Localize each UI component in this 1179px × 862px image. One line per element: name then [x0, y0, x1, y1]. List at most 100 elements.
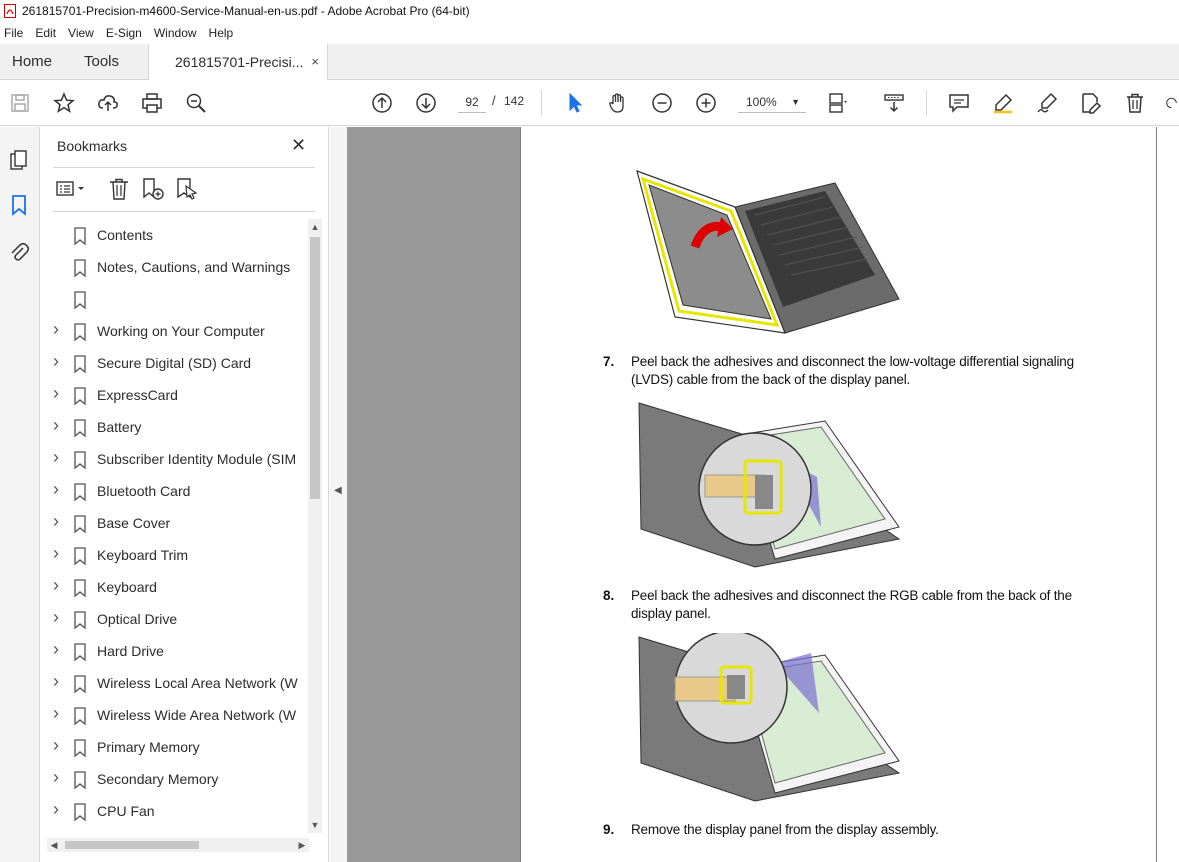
panel-collapse-strip[interactable]: ◀	[330, 127, 347, 862]
scrollbar-thumb[interactable]	[310, 237, 320, 499]
zoom-select[interactable]: 100% ▼	[738, 91, 806, 113]
bookmark-icon	[74, 611, 86, 629]
bookmark-label: Hard Drive	[97, 643, 164, 659]
bookmark-item[interactable]: › CPU Fan	[41, 795, 307, 827]
bookmarks-icon[interactable]	[8, 194, 32, 218]
bookmark-item[interactable]	[41, 283, 307, 315]
bookmark-item[interactable]: › Hard Drive	[41, 635, 307, 667]
zoom-in-icon[interactable]	[694, 91, 718, 115]
menu-esign[interactable]: E-Sign	[106, 26, 142, 40]
bookmark-item[interactable]: Notes, Cautions, and Warnings	[41, 251, 307, 283]
chevron-right-icon[interactable]: ▶	[295, 838, 309, 852]
chevron-right-icon[interactable]: ›	[53, 447, 65, 468]
bookmark-list-scrollbar[interactable]: ▲ ▼	[308, 219, 322, 833]
chevron-right-icon[interactable]: ›	[53, 575, 65, 596]
zoom-out-icon[interactable]	[650, 91, 674, 115]
scroll-mode-icon[interactable]	[882, 91, 906, 115]
highlight-icon[interactable]	[991, 91, 1015, 115]
bookmark-item[interactable]: Contents	[41, 219, 307, 251]
navigation-rail	[0, 127, 40, 862]
chevron-right-icon[interactable]: ›	[53, 351, 65, 372]
next-page-icon[interactable]	[414, 91, 438, 115]
chevron-right-icon[interactable]: ›	[53, 639, 65, 660]
bookmark-item[interactable]: › Wireless Wide Area Network (W	[41, 699, 307, 731]
chevron-right-icon[interactable]: ›	[53, 831, 65, 833]
hand-tool-icon[interactable]	[606, 91, 630, 115]
tab-document[interactable]: 261815701-Precisi... ×	[148, 44, 328, 81]
chevron-right-icon[interactable]: ›	[53, 383, 65, 404]
document-scrollbar[interactable]	[1157, 127, 1179, 862]
edit-pdf-icon[interactable]	[1079, 91, 1103, 115]
chevron-right-icon[interactable]: ›	[53, 415, 65, 436]
search-zoom-icon[interactable]	[184, 91, 208, 115]
menu-file[interactable]: File	[4, 26, 23, 40]
chevron-right-icon[interactable]: ›	[53, 671, 65, 692]
bookmark-item[interactable]: › Wireless Local Area Network (W	[41, 667, 307, 699]
previous-page-icon[interactable]	[370, 91, 394, 115]
comment-icon[interactable]	[947, 91, 971, 115]
chevron-right-icon[interactable]: ›	[53, 799, 65, 820]
scrollbar-thumb[interactable]	[65, 841, 199, 849]
bookmark-item[interactable]: › Primary Memory	[41, 731, 307, 763]
bookmark-item[interactable]: › Working on Your Computer	[41, 315, 307, 347]
tab-home[interactable]: Home	[12, 44, 52, 80]
new-bookmark-icon[interactable]	[141, 177, 167, 203]
collapse-panel-icon[interactable]: ◀	[334, 485, 342, 496]
delete-bookmark-icon[interactable]	[107, 177, 133, 203]
chevron-right-icon[interactable]: ›	[53, 607, 65, 628]
bookmark-label: Secure Digital (SD) Card	[97, 355, 252, 371]
tab-tools[interactable]: Tools	[84, 44, 119, 80]
bookmark-item[interactable]: › Secure Digital (SD) Card	[41, 347, 307, 379]
menu-window[interactable]: Window	[154, 26, 197, 40]
bookmark-item[interactable]: › Base Cover	[41, 507, 307, 539]
chevron-right-icon[interactable]: ›	[53, 703, 65, 724]
step-number: 8.	[603, 588, 615, 603]
menu-view[interactable]: View	[68, 26, 94, 40]
chevron-right-icon[interactable]: ›	[53, 543, 65, 564]
bookmark-item[interactable]: › Secondary Memory	[41, 763, 307, 795]
bookmark-label: Working on Your Computer	[97, 323, 265, 339]
chevron-right-icon[interactable]: ›	[53, 511, 65, 532]
bookmark-item[interactable]: › ExpressCard	[41, 379, 307, 411]
rotate-icon[interactable]	[1164, 91, 1179, 115]
document-viewer[interactable]: 7. Peel back the adhesives and disconnec…	[347, 127, 1179, 862]
step-text: Remove the display panel from the displa…	[631, 822, 939, 837]
step-text: Peel back the adhesives and disconnect t…	[631, 588, 1072, 621]
options-menu-icon[interactable]	[55, 177, 91, 203]
delete-icon[interactable]	[1123, 91, 1147, 115]
chevron-up-icon[interactable]: ▲	[308, 222, 322, 232]
bookmark-list-hscrollbar[interactable]: ◀ ▶	[47, 838, 309, 852]
attachments-icon[interactable]	[8, 241, 32, 265]
sign-icon[interactable]	[1035, 91, 1059, 115]
chevron-down-icon[interactable]: ▼	[308, 820, 322, 830]
print-icon[interactable]	[140, 91, 164, 115]
bookmark-label: Wireless Local Area Network (W	[97, 675, 298, 691]
page-number-input[interactable]: 92	[458, 91, 486, 113]
menu-edit[interactable]: Edit	[35, 26, 56, 40]
close-tab-icon[interactable]: ×	[311, 44, 319, 80]
page-fit-icon[interactable]	[826, 91, 850, 115]
chevron-right-icon[interactable]: ›	[53, 479, 65, 500]
toolbar-divider	[926, 90, 927, 116]
bookmark-item[interactable]: › Keyboard Trim	[41, 539, 307, 571]
bookmark-item[interactable]: › Bluetooth Card	[41, 475, 307, 507]
rgb-cable-figure	[638, 633, 901, 802]
bookmark-icon	[74, 291, 86, 309]
chevron-right-icon[interactable]: ›	[53, 735, 65, 756]
find-bookmark-icon[interactable]	[175, 177, 201, 203]
menu-help[interactable]: Help	[209, 26, 234, 40]
bookmark-item[interactable]: › Battery	[41, 411, 307, 443]
bookmark-item[interactable]: ›Graphics Card Fan	[41, 827, 307, 833]
save-icon[interactable]	[8, 91, 32, 115]
chevron-right-icon[interactable]: ›	[53, 319, 65, 340]
star-icon[interactable]	[52, 91, 76, 115]
cloud-upload-icon[interactable]	[96, 91, 120, 115]
page-thumbnails-icon[interactable]	[8, 149, 32, 173]
bookmark-item[interactable]: › Optical Drive	[41, 603, 307, 635]
bookmark-item[interactable]: › Subscriber Identity Module (SIM	[41, 443, 307, 475]
close-icon[interactable]: ✕	[291, 135, 306, 156]
chevron-left-icon[interactable]: ◀	[47, 838, 61, 852]
chevron-right-icon[interactable]: ›	[53, 767, 65, 788]
bookmark-item[interactable]: › Keyboard	[41, 571, 307, 603]
select-cursor-icon[interactable]	[563, 91, 587, 115]
